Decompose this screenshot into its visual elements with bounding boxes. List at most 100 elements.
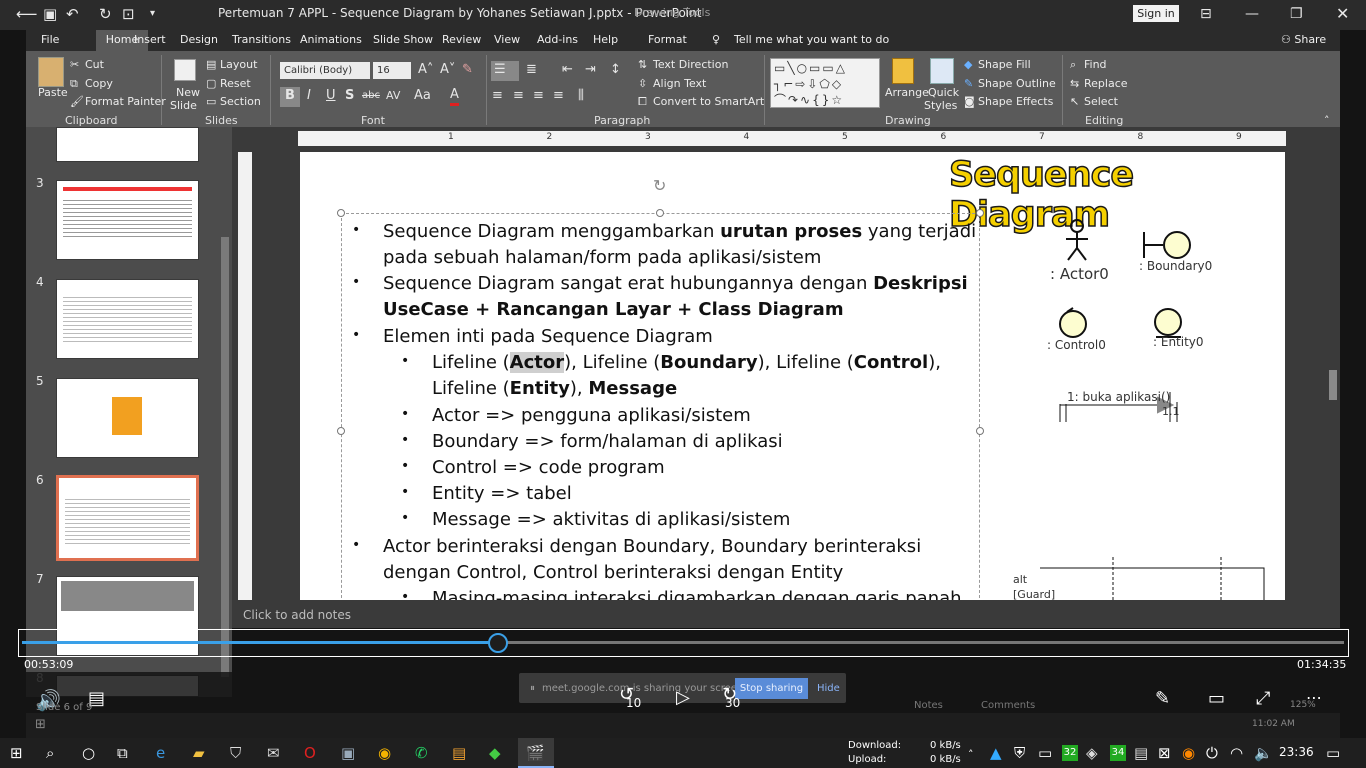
slide-thumbnail-2[interactable] [56, 127, 199, 162]
tab-design[interactable]: Design [180, 33, 218, 46]
resize-handle[interactable] [656, 209, 664, 217]
slide-thumbnail-4[interactable] [56, 279, 199, 359]
format-painter-icon[interactable]: 🖌 [70, 95, 84, 108]
change-case-button[interactable]: Aa [414, 88, 431, 103]
video-progress-handle[interactable] [487, 633, 508, 653]
quick-label[interactable]: Quick [928, 86, 959, 99]
line-spacing-icon[interactable]: ↕ [610, 62, 621, 77]
font-size-select[interactable]: 16 [373, 62, 411, 79]
firefox-icon[interactable]: ◉ [1182, 744, 1195, 762]
replace-icon[interactable]: ⇆ [1070, 77, 1079, 90]
grow-font-icon[interactable]: A˄ [418, 62, 433, 77]
restore-icon[interactable]: ❐ [1290, 6, 1303, 22]
resize-handle[interactable] [976, 427, 984, 435]
copy-button[interactable]: Copy [85, 77, 113, 90]
reset-icon[interactable]: ▢ [206, 77, 216, 90]
text-direction-icon[interactable]: ⇅ [638, 58, 647, 71]
replace-button[interactable]: Replace [1084, 77, 1128, 90]
tab-help[interactable]: Help [593, 33, 618, 46]
cut-icon[interactable]: ✂ [70, 58, 79, 71]
clapper-icon[interactable]: 🎬 [526, 744, 545, 762]
customize-qat-icon[interactable]: ▾ [150, 8, 155, 19]
numbering-icon[interactable]: ≣ [526, 62, 537, 77]
thumbnail-scrollbar[interactable] [218, 127, 232, 697]
comments-toggle[interactable]: Comments [981, 700, 1035, 711]
quick-styles-icon[interactable] [930, 58, 954, 84]
app-icon[interactable]: ▤ [452, 744, 466, 762]
bullet-text[interactable]: Sequence Diagram sangat erat hubungannya… [383, 271, 968, 297]
columns-icon[interactable]: ⫼ [578, 88, 584, 103]
bullet-text[interactable]: Sequence Diagram menggambarkan urutan pr… [383, 219, 976, 245]
paste-button[interactable]: Paste [38, 86, 68, 99]
windows-start-icon[interactable]: ⊞ [10, 744, 23, 762]
shape-outline-button[interactable]: Shape Outline [978, 77, 1056, 90]
mail-icon[interactable]: ✉ [267, 744, 280, 762]
align-left-icon[interactable]: ≡ [492, 88, 503, 103]
rotate-handle-icon[interactable]: ↻ [653, 176, 666, 195]
shape-effects-button[interactable]: Shape Effects [978, 95, 1053, 108]
slide-canvas[interactable]: Sequence Diagram ↻ • Sequence Diagram me… [300, 152, 1285, 600]
bullets-icon[interactable]: ☰ [494, 62, 506, 77]
share-button[interactable]: ⚇ Share [1281, 33, 1326, 46]
section-button[interactable]: Section [220, 95, 261, 108]
shape-outline-icon[interactable]: ✎ [964, 77, 973, 90]
stop-sharing-button[interactable]: Stop sharing [735, 678, 808, 699]
play-icon[interactable]: ▷ [676, 687, 690, 708]
tab-file[interactable]: File [41, 33, 59, 46]
paste-icon[interactable] [38, 57, 64, 87]
select-button[interactable]: Select [1084, 95, 1118, 108]
reset-button[interactable]: Reset [220, 77, 251, 90]
tab-animations[interactable]: Animations [300, 33, 362, 46]
find-icon[interactable]: ⌕ [1070, 58, 1076, 72]
justify-icon[interactable]: ≡ [553, 88, 564, 103]
tab-transitions[interactable]: Transitions [232, 33, 291, 46]
quick-styles-button[interactable]: Styles [924, 99, 957, 112]
char-spacing-button[interactable]: AV [386, 89, 400, 102]
tab-format[interactable]: Format [648, 33, 687, 46]
opera-icon[interactable]: O [304, 744, 316, 762]
shape-fill-button[interactable]: Shape Fill [978, 58, 1031, 71]
start-slideshow-icon[interactable]: ⊡ [122, 5, 135, 23]
bold-button[interactable]: B [285, 88, 295, 103]
shape-effects-icon[interactable]: ◙ [964, 95, 975, 108]
sub-bullet-text[interactable]: Masing-masing interaksi digambarkan deng… [432, 586, 962, 600]
tab-review[interactable]: Review [442, 33, 481, 46]
resize-handle[interactable] [337, 209, 345, 217]
remote-start-icon[interactable]: ⊞ [35, 717, 46, 732]
show-hidden-icons[interactable]: ˄ [968, 748, 974, 761]
notes-toggle[interactable]: Notes [914, 700, 943, 711]
tray-icon[interactable]: ▭ [1038, 744, 1052, 762]
tab-add-ins[interactable]: Add-ins [537, 33, 578, 46]
resize-handle[interactable] [976, 209, 984, 217]
tab-view[interactable]: View [494, 33, 520, 46]
new-slide-icon[interactable] [174, 59, 196, 81]
shrink-font-icon[interactable]: A˅ [440, 62, 455, 77]
strikethrough-button[interactable]: abc [362, 90, 380, 101]
tray-icon[interactable]: ▤ [1134, 744, 1148, 762]
slide-thumbnail-3[interactable] [56, 180, 199, 260]
task-view-icon[interactable]: ⧉ [117, 744, 128, 762]
bullet-text[interactable]: UseCase + Rancangan Layar + Class Diagra… [383, 297, 844, 323]
sub-bullet-text[interactable]: Message => aktivitas di aplikasi/sistem [432, 507, 790, 533]
layout-icon[interactable]: ▤ [206, 58, 216, 71]
chrome-icon[interactable]: ◉ [378, 744, 391, 762]
app-icon[interactable]: ▣ [341, 744, 355, 762]
sign-in-button[interactable]: Sign in [1133, 5, 1179, 22]
edge-icon[interactable]: e [156, 744, 165, 762]
align-center-icon[interactable]: ≡ [513, 88, 524, 103]
tab-insert[interactable]: Insert [134, 33, 166, 46]
sub-bullet-text[interactable]: Boundary => form/halaman di aplikasi [432, 429, 783, 455]
new-label[interactable]: New [176, 86, 200, 99]
redo-icon[interactable]: ↻ [99, 5, 112, 23]
increase-indent-icon[interactable]: ⇥ [585, 62, 596, 77]
text-direction-button[interactable]: Text Direction [653, 58, 728, 71]
aspect-icon[interactable]: ▭ [1208, 688, 1225, 709]
sub-bullet-text[interactable]: Control => code program [432, 455, 665, 481]
align-text-button[interactable]: Align Text [653, 77, 706, 90]
smartart-icon[interactable]: ⧠ [638, 95, 647, 109]
collapse-ribbon-icon[interactable]: ˄ [1324, 114, 1330, 127]
tell-me-input[interactable]: Tell me what you want to do [734, 33, 889, 46]
tray-icon[interactable]: ⊠ [1158, 744, 1171, 762]
select-icon[interactable]: ↖ [1070, 95, 1079, 108]
resize-handle[interactable] [337, 427, 345, 435]
